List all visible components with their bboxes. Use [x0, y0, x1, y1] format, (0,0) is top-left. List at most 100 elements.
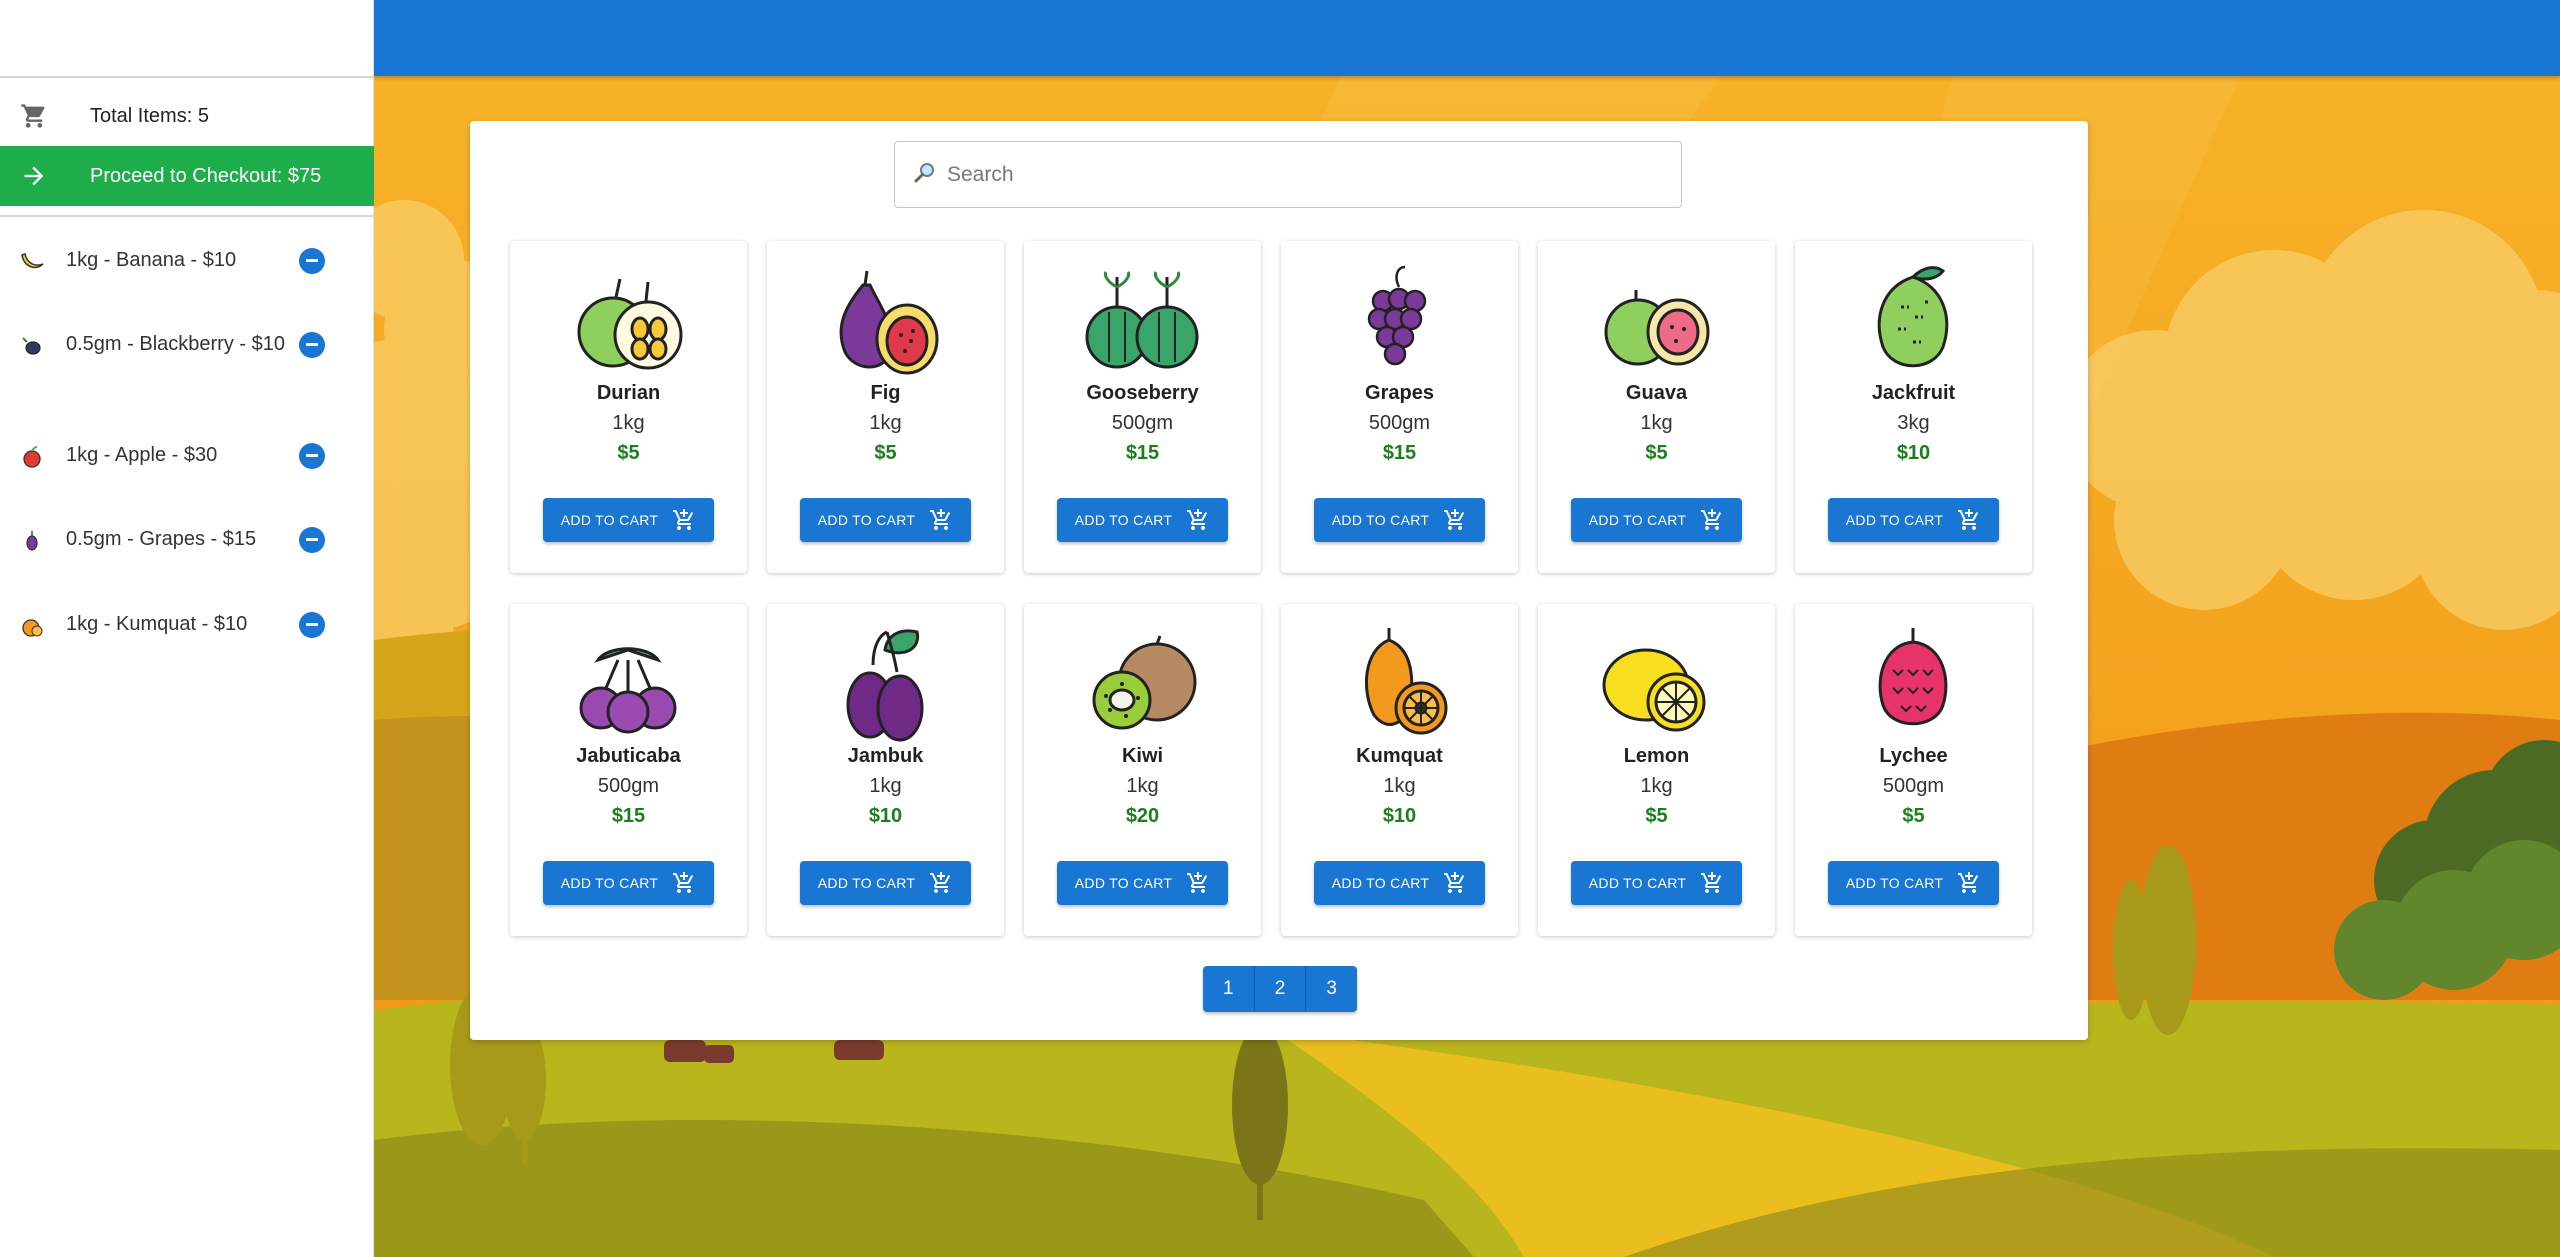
- add-shopping-cart-icon: [1700, 508, 1724, 532]
- product-name: Jambuk: [847, 745, 924, 767]
- cart-item-label: 1kg - Banana - $10: [66, 249, 237, 271]
- product-card: Grapes 500gm $15 ADD TO CART: [1281, 241, 1518, 573]
- product-name: Fig: [870, 382, 901, 404]
- product-name: Grapes: [1365, 382, 1434, 404]
- add-shopping-cart-icon: [1443, 508, 1467, 532]
- add-to-cart-button[interactable]: ADD TO CART: [800, 861, 971, 905]
- product-weight: 1kg: [1640, 412, 1673, 434]
- product-name: Durian: [596, 382, 661, 404]
- product-price: $10: [1896, 442, 1931, 464]
- cart-item-label: 0.5gm - Grapes - $15: [66, 528, 257, 550]
- add-to-cart-button[interactable]: ADD TO CART: [1571, 861, 1742, 905]
- product-weight: 500gm: [597, 775, 660, 797]
- cart-item: 1kg - Kumquat - $10: [0, 610, 374, 639]
- product-name: Jabuticaba: [576, 745, 681, 767]
- remove-item-button[interactable]: [299, 526, 325, 553]
- add-to-cart-label: ADD TO CART: [560, 875, 659, 891]
- add-to-cart-button[interactable]: ADD TO CART: [800, 498, 971, 542]
- cart-item-label: 0.5gm - Blackberry - $10: [66, 333, 285, 355]
- add-shopping-cart-icon: [672, 871, 696, 895]
- product-price: $5: [874, 442, 897, 464]
- product-price: $10: [868, 805, 903, 827]
- cart-item: 1kg - Apple - $30: [0, 441, 374, 470]
- minus-icon: [306, 454, 318, 457]
- banana-icon: [0, 247, 66, 275]
- cart-item: 0.5gm - Blackberry - $10: [0, 330, 374, 359]
- arrow-right-icon: [0, 162, 90, 190]
- proceed-to-checkout-button[interactable]: Proceed to Checkout: $75: [0, 146, 374, 206]
- add-to-cart-button[interactable]: ADD TO CART: [543, 498, 714, 542]
- product-card: Fig 1kg $5 ADD TO CART: [767, 241, 1004, 573]
- product-name: Lemon: [1623, 745, 1690, 767]
- lemon-icon: [1602, 648, 1706, 732]
- search-box[interactable]: [894, 141, 1682, 208]
- page-1-button[interactable]: 1: [1203, 966, 1255, 1012]
- product-weight: 500gm: [1368, 412, 1431, 434]
- remove-item-button[interactable]: [299, 331, 325, 358]
- add-to-cart-label: ADD TO CART: [1845, 512, 1944, 528]
- cart-sidebar: Total Items: 5 Proceed to Checkout: $75 …: [0, 0, 374, 1257]
- minus-icon: [306, 343, 318, 346]
- main-area: Durian 1kg $5 ADD TO CART Fig 1kg $5 ADD…: [374, 0, 2560, 1257]
- minus-icon: [306, 538, 318, 541]
- cart-item-label: 1kg - Kumquat - $10: [66, 613, 248, 635]
- remove-item-button[interactable]: [299, 611, 325, 638]
- add-to-cart-button[interactable]: ADD TO CART: [1828, 498, 1999, 542]
- add-to-cart-button[interactable]: ADD TO CART: [1057, 498, 1228, 542]
- product-card: Lemon 1kg $5 ADD TO CART: [1538, 604, 1775, 936]
- remove-item-button[interactable]: [299, 247, 325, 274]
- add-to-cart-label: ADD TO CART: [1074, 512, 1173, 528]
- cart-item-label: 1kg - Apple - $30: [66, 444, 218, 466]
- guava-icon: [1604, 290, 1710, 366]
- add-shopping-cart-icon: [1700, 871, 1724, 895]
- minus-icon: [306, 259, 318, 262]
- add-to-cart-label: ADD TO CART: [1845, 875, 1944, 891]
- page-2-button[interactable]: 2: [1254, 966, 1307, 1012]
- product-weight: 500gm: [1111, 412, 1174, 434]
- add-shopping-cart-icon: [1443, 871, 1467, 895]
- product-card: Gooseberry 500gm $15 ADD TO CART: [1024, 241, 1261, 573]
- product-card: Kiwi 1kg $20 ADD TO CART: [1024, 604, 1261, 936]
- product-weight: 1kg: [1126, 775, 1159, 797]
- add-to-cart-button[interactable]: ADD TO CART: [1057, 861, 1228, 905]
- add-to-cart-button[interactable]: ADD TO CART: [1571, 498, 1742, 542]
- add-to-cart-button[interactable]: ADD TO CART: [1828, 861, 1999, 905]
- add-shopping-cart-icon: [1186, 508, 1210, 532]
- add-shopping-cart-icon: [929, 871, 953, 895]
- kumquat-icon: [1364, 628, 1448, 735]
- kumquat-icon: [0, 611, 66, 639]
- jackfruit-icon: [1877, 266, 1949, 368]
- add-to-cart-label: ADD TO CART: [1331, 512, 1430, 528]
- product-card: Guava 1kg $5 ADD TO CART: [1538, 241, 1775, 573]
- add-to-cart-label: ADD TO CART: [1588, 875, 1687, 891]
- jabuticaba-icon: [579, 647, 677, 734]
- checkout-label: Proceed to Checkout: $75: [90, 164, 322, 187]
- product-price: $5: [617, 442, 640, 464]
- search-input[interactable]: [945, 161, 1649, 188]
- add-to-cart-button[interactable]: ADD TO CART: [1314, 498, 1485, 542]
- kiwi-icon: [1092, 635, 1197, 730]
- product-price: $15: [611, 805, 646, 827]
- add-to-cart-label: ADD TO CART: [1331, 875, 1430, 891]
- page-3-button[interactable]: 3: [1306, 966, 1357, 1012]
- product-name: Lychee: [1879, 745, 1948, 767]
- jambuk-icon: [846, 629, 924, 742]
- add-to-cart-button[interactable]: ADD TO CART: [543, 861, 714, 905]
- product-price: $5: [1902, 805, 1925, 827]
- product-weight: 1kg: [612, 412, 645, 434]
- gooseberry-icon: [1085, 271, 1199, 369]
- product-price: $5: [1645, 442, 1668, 464]
- product-name: Kiwi: [1121, 745, 1164, 767]
- add-shopping-cart-icon: [672, 508, 696, 532]
- product-weight: 500gm: [1882, 775, 1945, 797]
- product-weight: 1kg: [1383, 775, 1416, 797]
- product-price: $10: [1382, 805, 1417, 827]
- add-to-cart-label: ADD TO CART: [1588, 512, 1687, 528]
- durian-icon: [577, 278, 683, 370]
- total-items-row: Total Items: 5: [0, 96, 374, 136]
- add-to-cart-button[interactable]: ADD TO CART: [1314, 861, 1485, 905]
- product-card: Jabuticaba 500gm $15 ADD TO CART: [510, 604, 747, 936]
- product-name: Kumquat: [1356, 745, 1443, 767]
- remove-item-button[interactable]: [299, 442, 325, 469]
- total-items-label: Total Items: 5: [90, 104, 209, 127]
